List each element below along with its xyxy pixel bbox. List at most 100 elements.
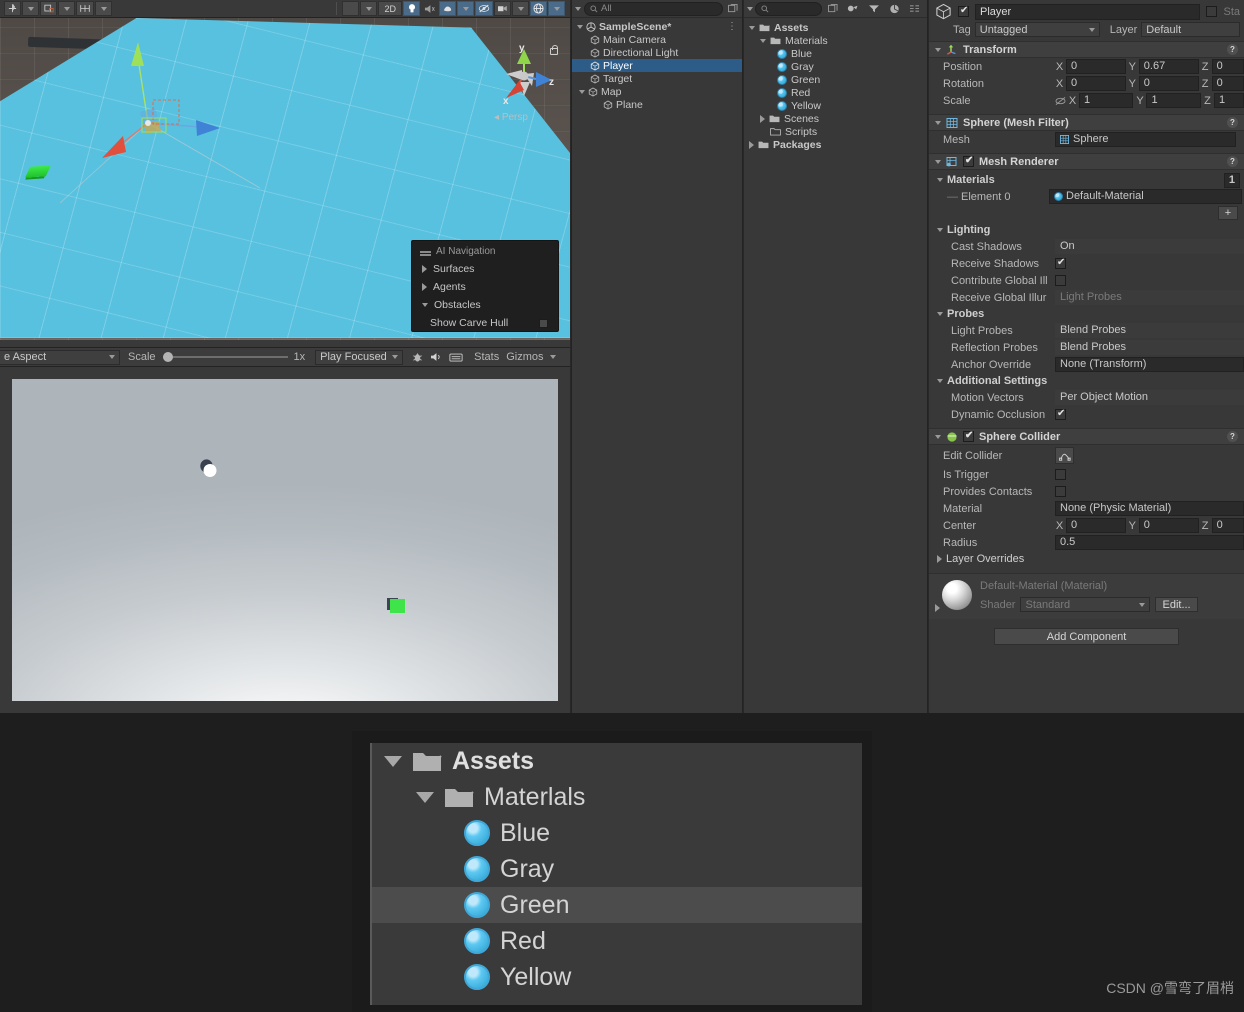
chevron-down-icon[interactable]: [937, 178, 943, 182]
materials-section-header[interactable]: Materials 1: [929, 172, 1244, 188]
chevron-down-icon[interactable]: [935, 159, 941, 164]
scale-x-input[interactable]: 1: [1079, 93, 1134, 108]
scale-z-input[interactable]: 1: [1213, 93, 1244, 108]
move-tool-button[interactable]: [4, 1, 21, 16]
center-y-input[interactable]: 0: [1138, 518, 1199, 533]
collider-center-row[interactable]: Center X 0 Y 0 Z 0: [929, 517, 1244, 534]
chevron-down-icon[interactable]: [937, 228, 943, 232]
scene-orientation-gizmo[interactable]: y z x ◂ Persp: [488, 40, 560, 126]
transform-tool-button[interactable]: [76, 1, 94, 16]
projection-mode-label[interactable]: ◂ Persp: [494, 112, 528, 123]
is-trigger-checkbox[interactable]: [1055, 469, 1066, 480]
stats-button[interactable]: Stats: [474, 351, 499, 363]
motion-vectors-row[interactable]: Motion Vectors Per Object Motion: [929, 389, 1244, 406]
ai-navigation-overlay[interactable]: AI Navigation Surfaces Agents Obstacles …: [411, 240, 559, 332]
help-icon[interactable]: ?: [1227, 44, 1238, 55]
contribute-gi-row[interactable]: Contribute Global Ill: [929, 272, 1244, 289]
contribute-gi-checkbox[interactable]: [1055, 275, 1066, 286]
shading-mode-button[interactable]: [342, 1, 360, 16]
gizmos-dropdown-icon[interactable]: [549, 355, 556, 359]
rect-tool-dropdown[interactable]: [58, 1, 75, 16]
camera-toggle-button[interactable]: [494, 1, 511, 16]
overlay-item-agents[interactable]: Agents: [412, 278, 558, 296]
drag-handle-icon[interactable]: —: [947, 191, 961, 203]
package-icon[interactable]: [886, 1, 903, 16]
add-object-dropdown-icon[interactable]: [575, 6, 581, 11]
play-mode-dropdown[interactable]: Play Focused: [315, 349, 404, 365]
sphere-collider-enabled-checkbox[interactable]: [963, 430, 974, 442]
material-object-field[interactable]: Default-Material: [1049, 189, 1242, 204]
chevron-right-icon[interactable]: [935, 604, 940, 612]
chevron-down-icon[interactable]: [937, 312, 943, 316]
camera-toggle-dropdown[interactable]: [512, 1, 529, 16]
fx-toggle-button[interactable]: [439, 1, 456, 16]
center-x-input[interactable]: 0: [1066, 518, 1126, 533]
constrain-proportions-icon[interactable]: [1055, 96, 1066, 106]
chevron-down-icon[interactable]: [416, 791, 434, 803]
magnified-row-yellow[interactable]: Yellow: [372, 959, 862, 995]
move-gizmo[interactable]: [60, 28, 280, 218]
hierarchy-item-directional-light[interactable]: Directional Light: [572, 46, 742, 59]
chevron-down-icon[interactable]: [935, 47, 941, 52]
collider-material-row[interactable]: Material None (Physic Material): [929, 500, 1244, 517]
add-material-button[interactable]: +: [1218, 206, 1238, 220]
component-header-sphere-collider[interactable]: Sphere Collider ?: [929, 428, 1244, 445]
lock-icon[interactable]: [550, 45, 559, 55]
layout-icon[interactable]: [906, 1, 923, 16]
gameobject-name-input[interactable]: Player: [975, 3, 1201, 20]
chevron-down-icon[interactable]: [935, 434, 941, 439]
magnified-row-assets[interactable]: Assets: [372, 743, 862, 779]
tag-dropdown[interactable]: Untagged: [974, 22, 1100, 37]
project-item-red[interactable]: Red: [744, 86, 927, 99]
scene-viewport[interactable]: AI Navigation Surfaces Agents Obstacles …: [0, 18, 570, 340]
move-tool-dropdown[interactable]: [22, 1, 39, 16]
hierarchy-tree[interactable]: SampleScene* ⋮ Main Camera Directional L…: [572, 18, 742, 111]
position-x-input[interactable]: 0: [1066, 59, 1126, 74]
rotation-x-input[interactable]: 0: [1066, 76, 1126, 91]
static-checkbox[interactable]: [1206, 6, 1218, 17]
material-element-row[interactable]: — Element 0 Default-Material: [929, 188, 1244, 205]
lighting-toggle-button[interactable]: [403, 1, 420, 16]
scale-slider[interactable]: [162, 350, 288, 364]
project-item-materials[interactable]: Materials: [744, 34, 927, 47]
probes-section-header[interactable]: Probes: [929, 306, 1244, 322]
magnified-row-blue[interactable]: Blue: [372, 815, 862, 851]
component-header-mesh-filter[interactable]: Sphere (Mesh Filter) ?: [929, 114, 1244, 131]
magnified-tree[interactable]: Assets Materlals Blue Gray Green Red Yel…: [370, 743, 862, 1005]
rect-tool-button[interactable]: [40, 1, 57, 16]
screen-icon[interactable]: [446, 350, 466, 365]
gameobject-enabled-checkbox[interactable]: [958, 5, 969, 17]
provides-contacts-checkbox[interactable]: [1055, 486, 1066, 497]
physic-material-field[interactable]: None (Physic Material): [1055, 501, 1244, 516]
drag-handle-icon[interactable]: [420, 250, 431, 253]
hierarchy-toolbar[interactable]: All: [572, 0, 742, 18]
mesh-filter-mesh-row[interactable]: Mesh Sphere: [929, 131, 1244, 148]
gizmos-button[interactable]: Gizmos: [506, 351, 543, 363]
magnified-row-materials[interactable]: Materlals: [372, 779, 862, 815]
motion-vectors-dropdown[interactable]: Per Object Motion: [1055, 390, 1244, 405]
center-z-input[interactable]: 0: [1211, 518, 1244, 533]
hierarchy-item-main-camera[interactable]: Main Camera: [572, 33, 742, 46]
reflection-probes-row[interactable]: Reflection Probes Blend Probes: [929, 339, 1244, 356]
scene-view-toolbar[interactable]: 2D: [0, 0, 570, 18]
audio-toggle-button[interactable]: [421, 1, 438, 16]
hierarchy-search-input[interactable]: All: [584, 1, 723, 16]
mesh-object-field[interactable]: Sphere: [1055, 132, 1236, 147]
edit-shader-button[interactable]: Edit...: [1155, 597, 1198, 612]
fx-toggle-dropdown[interactable]: [457, 1, 474, 16]
position-z-input[interactable]: 0: [1211, 59, 1244, 74]
chevron-down-icon[interactable]: [577, 24, 583, 29]
position-y-input[interactable]: 0.67: [1138, 59, 1199, 74]
chevron-down-icon[interactable]: [935, 120, 941, 125]
transform-rotation-row[interactable]: Rotation X 0 Y 0 Z 0: [929, 75, 1244, 92]
bug-icon[interactable]: [409, 350, 426, 365]
hierarchy-item-target[interactable]: Target: [572, 72, 742, 85]
chevron-down-icon[interactable]: [937, 379, 943, 383]
help-icon[interactable]: ?: [1227, 156, 1238, 167]
radius-input[interactable]: 0.5: [1055, 535, 1244, 550]
hierarchy-scene-root[interactable]: SampleScene* ⋮: [572, 20, 742, 33]
overlay-item-surfaces[interactable]: Surfaces: [412, 260, 558, 278]
cast-shadows-row[interactable]: Cast Shadows On: [929, 238, 1244, 255]
add-component-button[interactable]: Add Component: [994, 628, 1179, 645]
chevron-down-icon[interactable]: [384, 755, 402, 767]
